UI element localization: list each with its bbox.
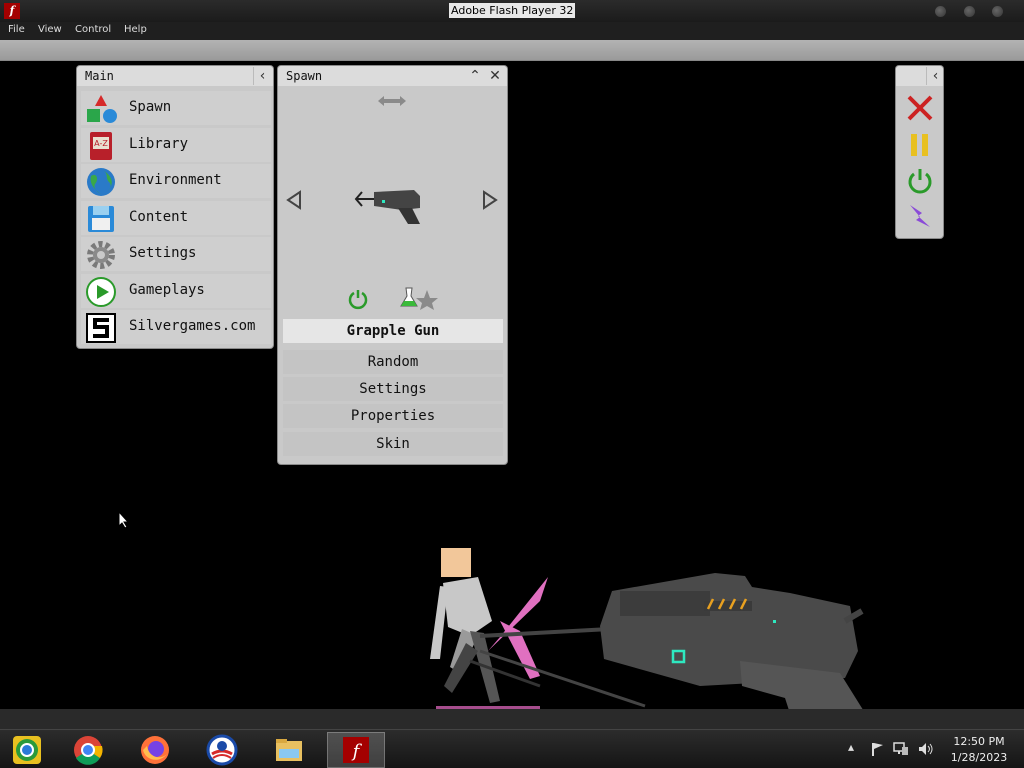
- random-button[interactable]: Random: [283, 350, 503, 374]
- globe-icon: [87, 168, 115, 196]
- tools-panel-header: ‹: [896, 66, 943, 86]
- menu-view[interactable]: View: [38, 24, 62, 35]
- collapse-up-icon[interactable]: ⌃: [466, 67, 484, 85]
- main-panel-title: Main: [85, 69, 114, 83]
- power-icon[interactable]: [906, 167, 934, 195]
- flask-star-icon[interactable]: [399, 286, 439, 310]
- main-item-silvergames[interactable]: Silvergames.com: [81, 310, 271, 344]
- obama-logo-icon[interactable]: [204, 732, 240, 768]
- action-center-flag-icon[interactable]: [870, 742, 884, 756]
- selected-item-label[interactable]: Grapple Gun: [283, 319, 503, 343]
- gear-icon: [87, 241, 115, 269]
- main-panel-header: Main ‹: [77, 66, 273, 86]
- spawn-panel-title: Spawn: [286, 69, 323, 83]
- firefox-icon[interactable]: [137, 732, 173, 768]
- menu-control[interactable]: Control: [75, 24, 111, 35]
- book-icon: A-Z: [90, 132, 112, 160]
- file-explorer-icon[interactable]: [271, 732, 307, 768]
- main-item-library[interactable]: A-Z Library: [81, 128, 271, 162]
- settings-button[interactable]: Settings: [283, 377, 503, 401]
- flash-icon: f: [4, 3, 20, 19]
- volume-icon[interactable]: [918, 742, 934, 756]
- close-window-button[interactable]: [992, 6, 1003, 17]
- next-item-arrow-icon[interactable]: [482, 190, 498, 210]
- main-item-environment[interactable]: Environment: [81, 164, 271, 198]
- clock-time: 12:50 PM: [953, 735, 1005, 748]
- menu-help[interactable]: Help: [124, 24, 147, 35]
- close-panel-icon[interactable]: ✕: [486, 67, 504, 85]
- chrome-icon[interactable]: [70, 732, 106, 768]
- window-title: Adobe Flash Player 32: [449, 3, 576, 18]
- properties-button[interactable]: Properties: [283, 404, 503, 428]
- game-floor: [0, 709, 1024, 729]
- show-hidden-icons-icon[interactable]: ▴: [848, 740, 854, 754]
- main-item-label: Content: [129, 209, 189, 225]
- maximize-button[interactable]: [964, 6, 975, 17]
- flash-player-icon[interactable]: f: [327, 732, 385, 768]
- network-icon[interactable]: [893, 742, 909, 756]
- taskbar: f ▴ 12:50 PM 1/28/2023: [0, 729, 1024, 768]
- svg-text:A-Z: A-Z: [94, 139, 108, 148]
- main-item-label: Gameplays: [129, 282, 205, 298]
- main-item-label: Silvergames.com: [129, 318, 256, 334]
- floppy-disk-icon: [88, 206, 114, 232]
- main-item-spawn[interactable]: Spawn: [81, 91, 271, 125]
- spawn-panel: Spawn ⌃ ✕ Grapple Gun Random Settings Pr…: [278, 66, 507, 464]
- main-panel: Main ‹ Spawn A-Z Library Environment Con…: [77, 66, 273, 348]
- menu-file[interactable]: File: [8, 24, 25, 35]
- play-icon: [86, 277, 116, 307]
- drag-handle-arrows-icon[interactable]: [378, 94, 406, 108]
- main-item-label: Library: [129, 136, 189, 152]
- previous-item-arrow-icon[interactable]: [286, 190, 302, 210]
- ragdoll-figure: [430, 548, 500, 703]
- game-top-strip: [0, 40, 1024, 61]
- main-item-settings[interactable]: Settings: [81, 237, 271, 271]
- clock-date: 1/28/2023: [950, 751, 1008, 764]
- window-titlebar: f Adobe Flash Player 32: [0, 0, 1024, 22]
- tools-panel: ‹: [896, 66, 943, 238]
- grapple-gun-preview-icon: [354, 190, 420, 224]
- pause-icon[interactable]: [906, 131, 934, 159]
- collapse-left-icon[interactable]: ‹: [253, 67, 271, 85]
- shapes-icon: [87, 95, 117, 123]
- mouse-cursor-icon: [118, 511, 130, 529]
- lightning-icon[interactable]: [906, 203, 934, 231]
- main-item-label: Environment: [129, 172, 222, 188]
- main-item-label: Settings: [129, 245, 197, 261]
- menu-bar: File View Control Help: [0, 22, 1024, 40]
- system-clock[interactable]: 12:50 PM 1/28/2023: [944, 734, 1014, 766]
- spawn-panel-header: Spawn ⌃ ✕: [278, 66, 507, 86]
- main-item-gameplays[interactable]: Gameplays: [81, 274, 271, 308]
- minimize-button[interactable]: [935, 6, 946, 17]
- power-toggle-icon[interactable]: [347, 288, 369, 310]
- close-red-x-icon[interactable]: [906, 94, 934, 122]
- skin-button[interactable]: Skin: [283, 432, 503, 456]
- main-item-label: Spawn: [129, 99, 172, 115]
- chrome-alt-icon[interactable]: [9, 732, 45, 768]
- collapse-left-icon[interactable]: ‹: [926, 67, 944, 85]
- silvergames-logo-icon: [86, 313, 116, 343]
- main-item-content[interactable]: Content: [81, 201, 271, 235]
